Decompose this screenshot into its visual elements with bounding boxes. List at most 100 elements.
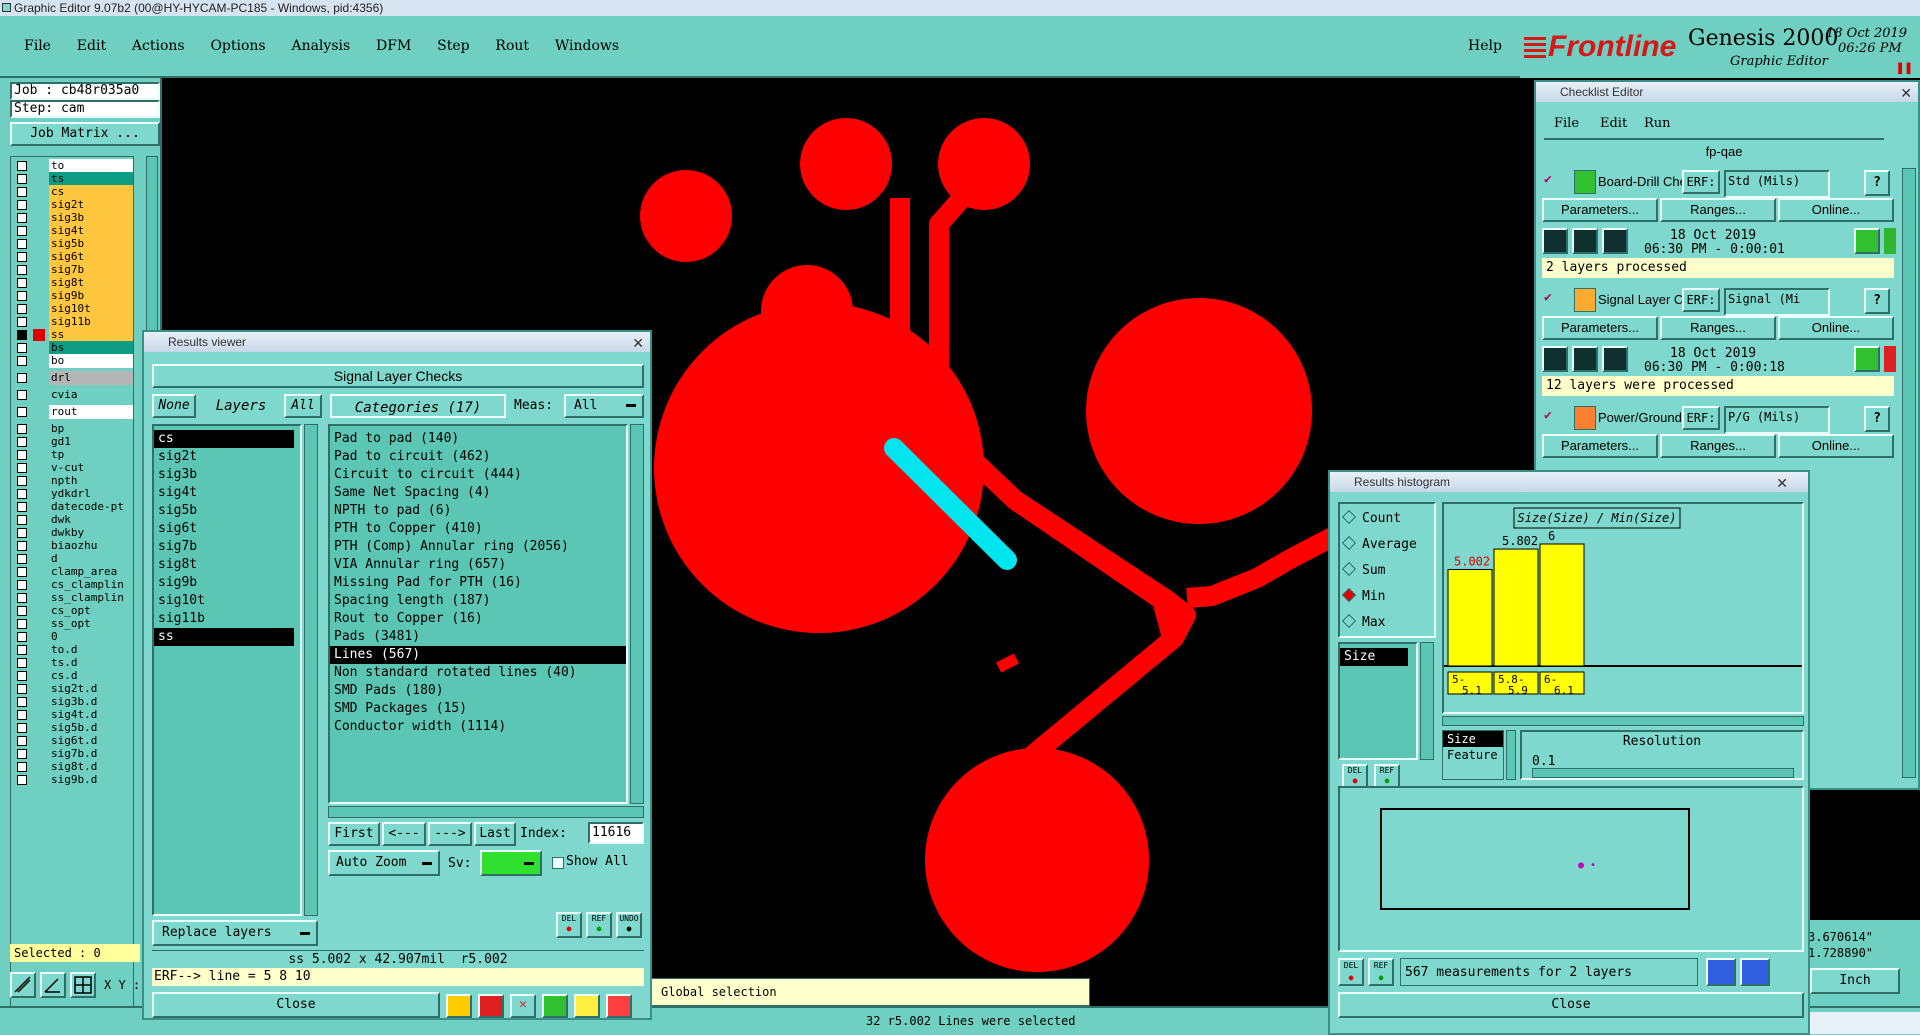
parameters-button[interactable]: Parameters...	[1542, 198, 1658, 222]
angle-tool-icon[interactable]	[40, 972, 66, 998]
rv-layer-scrollbar[interactable]	[304, 424, 318, 916]
size-item[interactable]: Feature	[1443, 747, 1503, 763]
layer-checkbox[interactable]	[17, 187, 27, 197]
layer-checkbox[interactable]	[17, 291, 27, 301]
category-item[interactable]: Non standard rotated lines (40)	[330, 664, 626, 682]
radio-icon[interactable]	[1341, 509, 1357, 525]
rv-layer-item[interactable]: sig11b	[154, 610, 294, 628]
checklist-menu-edit[interactable]: Edit	[1600, 116, 1627, 131]
layer-checkbox[interactable]	[17, 684, 27, 694]
layer-checkbox[interactable]	[17, 304, 27, 314]
parameters-button[interactable]: Parameters...	[1542, 316, 1658, 340]
category-item[interactable]: VIA Annular ring (657)	[330, 556, 626, 574]
checklist-menu-run[interactable]: Run	[1644, 116, 1671, 131]
layer-checkbox[interactable]	[17, 239, 27, 249]
layer-checkbox[interactable]	[17, 356, 27, 366]
option-max[interactable]: Max	[1341, 612, 1385, 634]
rv-layer-item[interactable]: sig10t	[154, 592, 294, 610]
layer-row[interactable]: sig9b.d	[11, 773, 133, 788]
chart-hscroll[interactable]	[1442, 716, 1804, 726]
option-count[interactable]: Count	[1341, 508, 1401, 530]
layer-row[interactable]: bo	[11, 354, 133, 369]
undo-button[interactable]: UNDO ●	[616, 912, 642, 938]
rv-close-button[interactable]: Close	[152, 992, 440, 1018]
category-item[interactable]: Missing Pad for PTH (16)	[330, 574, 626, 592]
online-button[interactable]: Online...	[1778, 434, 1894, 458]
radio-icon[interactable]	[1341, 561, 1357, 577]
online-button[interactable]: Online...	[1778, 198, 1894, 222]
category-item[interactable]: PTH (Comp) Annular ring (2056)	[330, 538, 626, 556]
rv-layer-list[interactable]: cs sig2t sig3b sig4t sig5b sig6t sig7b sig8t sig…	[152, 424, 302, 916]
option-min[interactable]: Min	[1341, 586, 1385, 608]
check-action-icon[interactable]	[1574, 406, 1596, 430]
ref-button[interactable]: REF ●	[586, 912, 612, 938]
del-button[interactable]: DEL ●	[556, 912, 582, 938]
replace-layers-dropdown[interactable]: Replace layers	[152, 920, 318, 946]
rv-category-hscroll[interactable]	[328, 806, 644, 818]
erf-button[interactable]: ERF:	[1682, 406, 1720, 430]
layer-checkbox[interactable]	[17, 407, 27, 417]
category-item[interactable]: PTH to Copper (410)	[330, 520, 626, 538]
rv-layer-item[interactable]: cs	[154, 430, 294, 448]
layer-checkbox[interactable]	[17, 697, 27, 707]
category-item[interactable]: Circuit to circuit (444)	[330, 466, 626, 484]
radio-icon[interactable]	[1341, 535, 1357, 551]
all-button[interactable]: All	[284, 394, 322, 418]
show-all-checkbox[interactable]	[552, 857, 564, 869]
auto-zoom-dropdown[interactable]: Auto Zoom	[328, 850, 440, 876]
menu-file[interactable]: File	[24, 38, 51, 54]
zoom-chart-icon[interactable]	[1740, 958, 1770, 986]
layer-checkbox[interactable]	[17, 373, 27, 383]
check-enabled-icon[interactable]: ✔	[1544, 172, 1552, 187]
graph-tool-icon[interactable]	[446, 994, 472, 1018]
layer-checkbox[interactable]	[17, 645, 27, 655]
category-item[interactable]: NPTH to pad (6)	[330, 502, 626, 520]
layer-checkbox[interactable]	[17, 541, 27, 551]
layer-checkbox[interactable]	[17, 424, 27, 434]
stop-icon[interactable]	[1602, 228, 1628, 254]
attribute-item[interactable]: Size	[1340, 648, 1408, 666]
layer-checkbox[interactable]	[17, 390, 27, 400]
layer-checkbox[interactable]	[17, 437, 27, 447]
run-icon[interactable]	[1542, 228, 1568, 254]
last-button[interactable]: Last	[474, 822, 516, 846]
ranges-button[interactable]: Ranges...	[1660, 198, 1776, 222]
ruler-tool-icon[interactable]	[10, 972, 36, 998]
rv-layer-item[interactable]: sig3b	[154, 466, 294, 484]
cross-tool-icon[interactable]: ✕	[510, 994, 536, 1018]
layer-row[interactable]: rout	[11, 405, 133, 420]
layer-checkbox[interactable]	[17, 723, 27, 733]
layer-checkbox[interactable]	[17, 161, 27, 171]
layer-checkbox[interactable]	[17, 476, 27, 486]
layer-checkbox[interactable]	[17, 775, 27, 785]
menu-dfm[interactable]: DFM	[376, 38, 411, 54]
category-item[interactable]: Same Net Spacing (4)	[330, 484, 626, 502]
pause-icon[interactable]: ❚❚	[1896, 60, 1913, 76]
erf-button[interactable]: ERF:	[1682, 170, 1720, 194]
rv-layer-item[interactable]: sig4t	[154, 484, 294, 502]
layer-checkbox[interactable]	[17, 658, 27, 668]
menu-analysis[interactable]: Analysis	[291, 38, 350, 54]
layer-checkbox[interactable]	[17, 317, 27, 327]
layer-checkbox[interactable]	[17, 762, 27, 772]
layer-checkbox[interactable]	[17, 619, 27, 629]
prev-button[interactable]: <---	[382, 822, 426, 846]
category-item[interactable]: SMD Packages (15)	[330, 700, 626, 718]
layer-checkbox[interactable]	[17, 593, 27, 603]
close-icon[interactable]: ✕	[1900, 83, 1912, 103]
category-item[interactable]: Pad to circuit (462)	[330, 448, 626, 466]
layer-row[interactable]: cvia	[11, 388, 133, 403]
checklist-menu-file[interactable]: File	[1554, 116, 1579, 131]
meas-dropdown[interactable]: All	[564, 394, 644, 418]
parameters-button[interactable]: Parameters...	[1542, 434, 1658, 458]
help-button[interactable]: ?	[1864, 170, 1890, 196]
run-icon[interactable]	[1542, 346, 1568, 372]
hist-ref-button-2[interactable]: REF ●	[1368, 958, 1394, 986]
zoom-icon[interactable]	[1854, 346, 1880, 372]
rv-layer-item[interactable]: sig2t	[154, 448, 294, 466]
help-button[interactable]: ?	[1864, 406, 1890, 432]
check-action-icon[interactable]	[1574, 170, 1596, 194]
checklist-scrollbar[interactable]	[1902, 168, 1916, 778]
size-list[interactable]: Size Feature	[1442, 730, 1504, 780]
first-button[interactable]: First	[328, 822, 380, 846]
